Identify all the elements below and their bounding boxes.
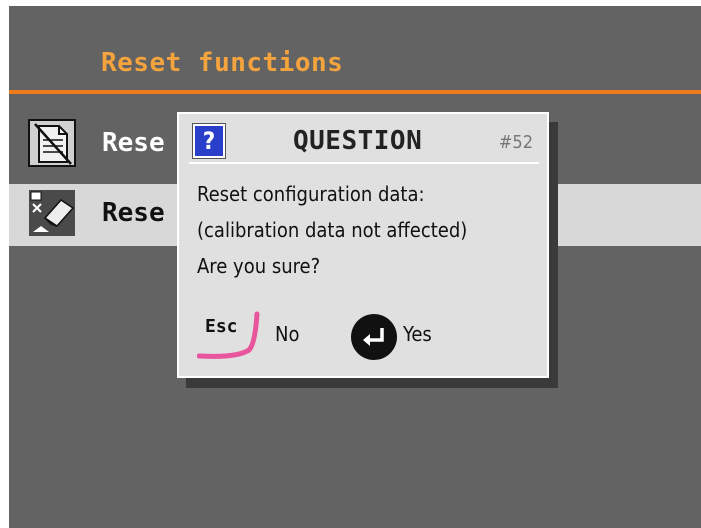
dialog-divider <box>189 162 539 164</box>
enter-key-button[interactable] <box>351 314 397 360</box>
page-title: Reset functions <box>101 48 344 78</box>
enter-arrow-icon <box>363 328 384 346</box>
esc-key-button[interactable]: Esc <box>197 310 269 360</box>
no-option-label[interactable]: No <box>275 322 299 346</box>
dialog-title: QUESTION <box>293 126 423 156</box>
yes-option-label[interactable]: Yes <box>403 322 432 346</box>
dialog-code: #52 <box>498 132 533 153</box>
dialog-message-line: Are you sure? <box>197 254 321 278</box>
document-crossed-icon <box>27 118 77 168</box>
menu-item-label: Rese <box>102 198 165 228</box>
header: Reset functions <box>9 6 701 90</box>
dialog-message-line: Reset configuration data: <box>197 182 425 206</box>
esc-key-label: Esc <box>205 316 238 337</box>
device-screen: Reset functions Rese Rese ? QUESTION #52… <box>9 6 701 528</box>
menu-item-label: Rese <box>102 128 165 158</box>
eraser-icon <box>27 188 77 238</box>
question-dialog: ? QUESTION #52 Reset configuration data:… <box>177 112 549 378</box>
question-icon: ? <box>192 123 226 159</box>
dialog-message-line: (calibration data not affected) <box>197 218 468 242</box>
header-divider <box>9 90 701 94</box>
